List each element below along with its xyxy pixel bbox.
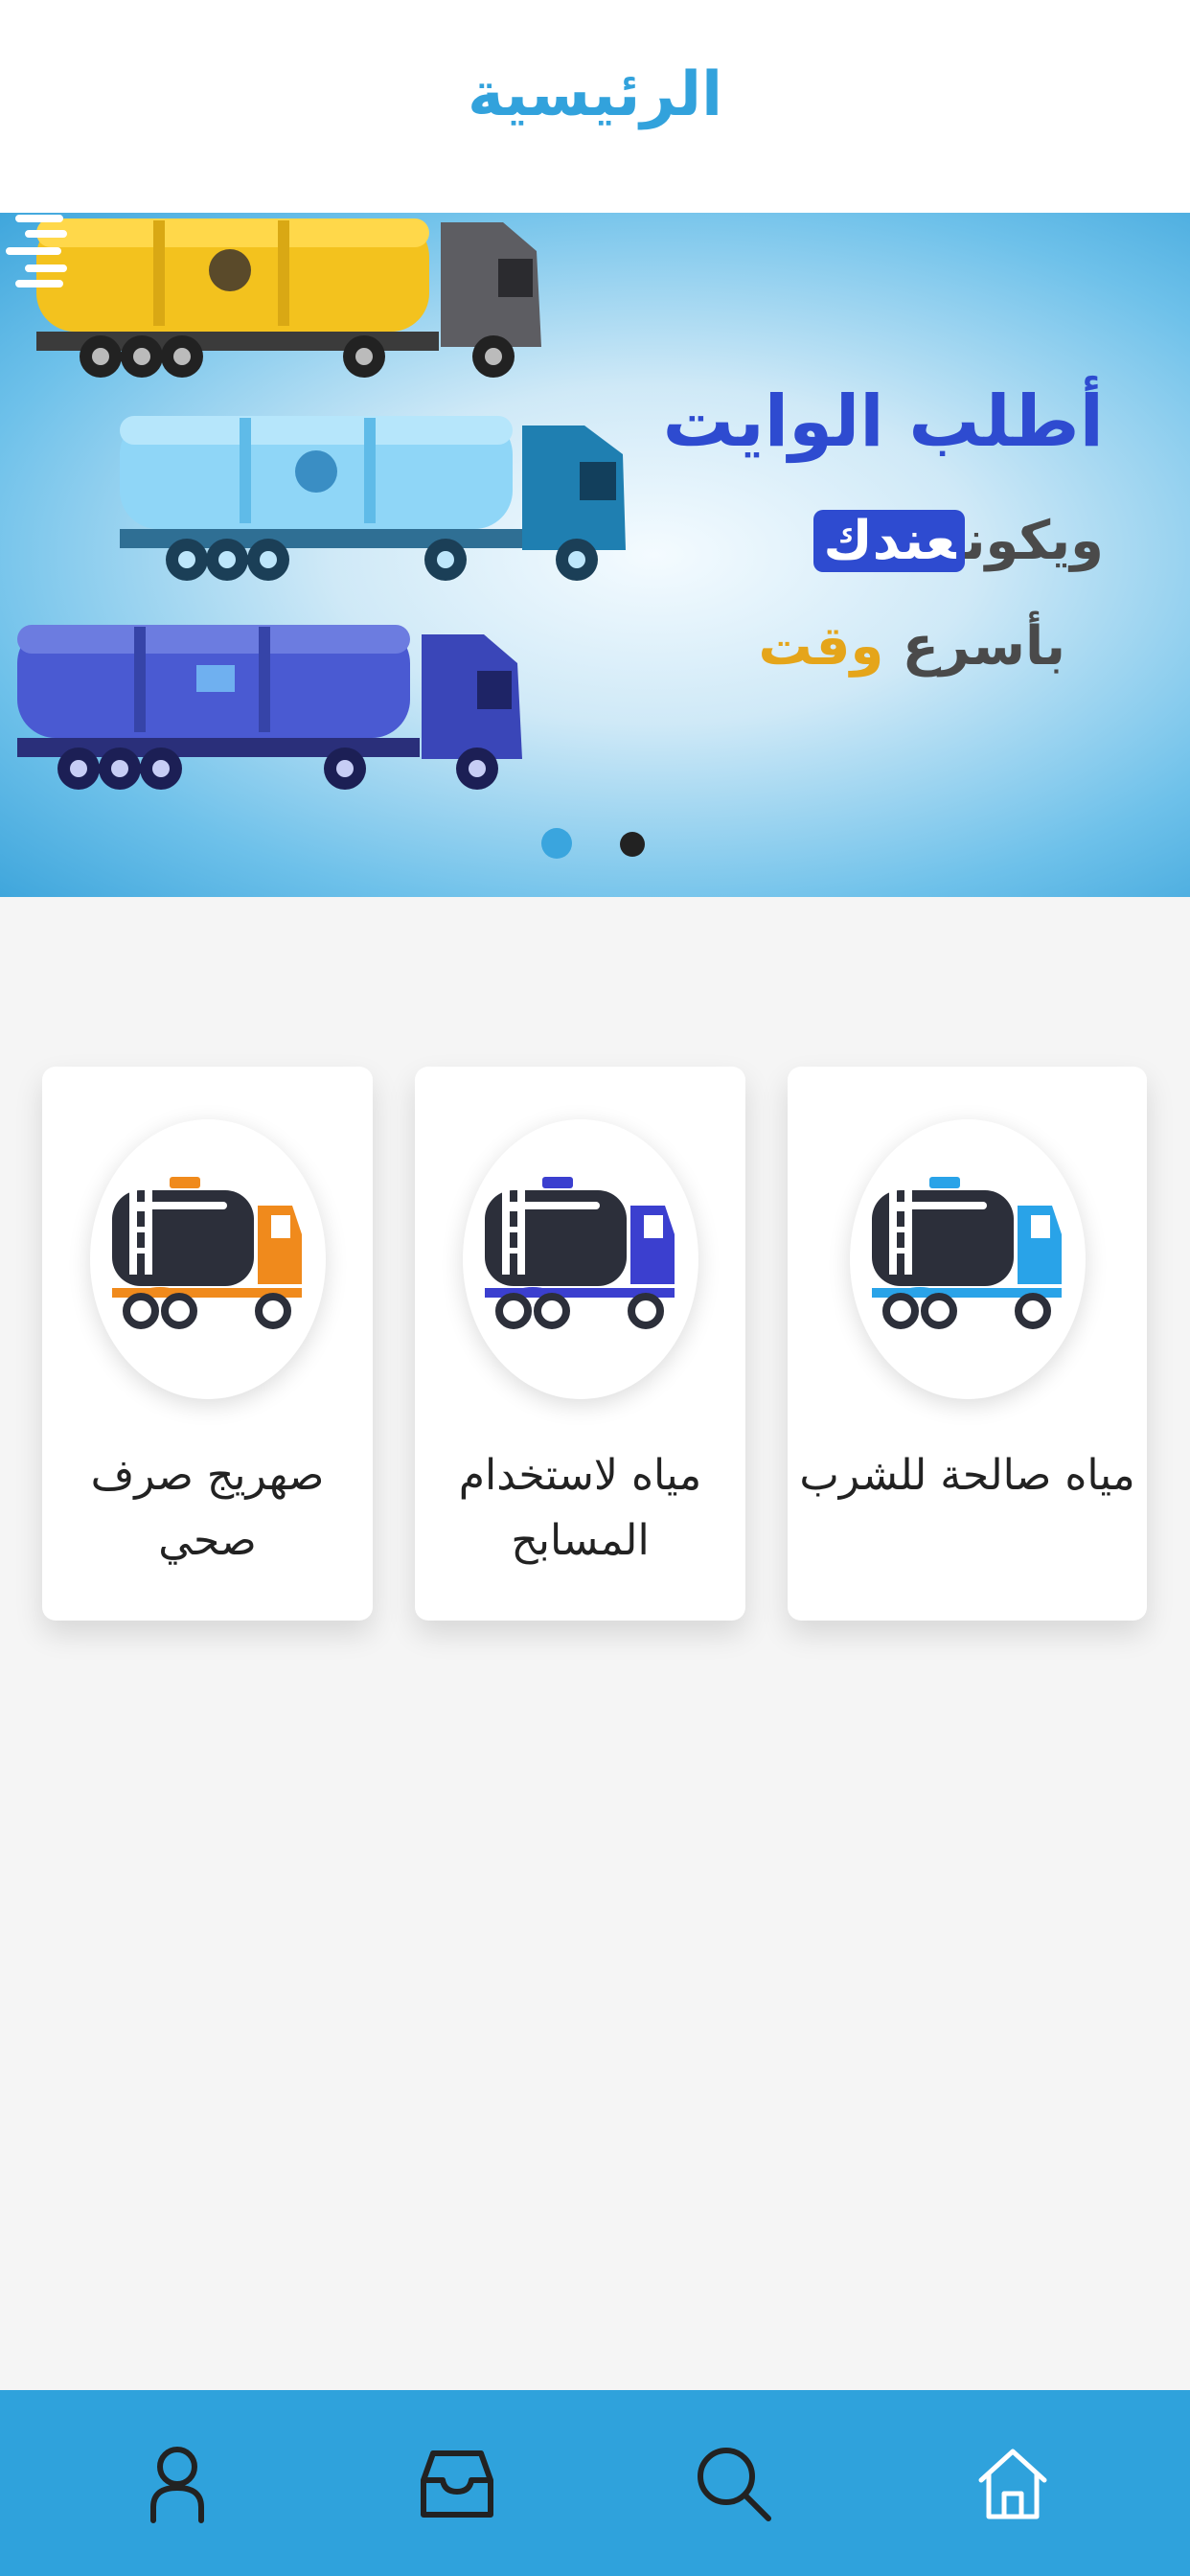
search-icon [698, 2448, 771, 2521]
tanker-truck-icon [871, 1177, 1062, 1329]
nav-profile[interactable] [134, 2440, 220, 2526]
service-card-sewage-tanker[interactable]: صهريج صرف صحي [42, 1067, 373, 1621]
tanker-truck-icon [484, 1177, 675, 1329]
nav-orders[interactable] [414, 2440, 500, 2526]
service-label: صهريج صرف صحي [90, 1451, 325, 1565]
bottom-navigation-bar [0, 2390, 1190, 2576]
app-header: الرئيسية [0, 0, 1190, 213]
banner-tagline: بأسرع وقت [758, 615, 1065, 678]
service-label: مياه لاستخدام المسابح [458, 1451, 702, 1565]
user-icon [150, 2447, 204, 2523]
banner-highlight: عندك [813, 510, 966, 572]
carousel-dot[interactable] [620, 832, 645, 857]
tanker-truck-icon [111, 1177, 302, 1329]
tanker-truck-icon-circle [89, 1119, 326, 1399]
inbox-icon [421, 2450, 493, 2518]
service-card-drinking-water[interactable]: مياه صالحة للشرب [788, 1067, 1147, 1621]
carousel-dot-active[interactable] [541, 828, 572, 859]
page-title: الرئيسية [468, 59, 722, 130]
home-icon [978, 2449, 1047, 2519]
service-card-pool-water[interactable]: مياه لاستخدام المسابح [415, 1067, 745, 1621]
banner-headline: أطلب الوايت [662, 380, 1104, 463]
nav-home[interactable] [970, 2440, 1056, 2526]
promo-banner-carousel[interactable]: أطلب الوايت ويكونعندك بأسرع وقت [0, 213, 1190, 897]
services-section: مياه صالحة للشرب مياه لاستخدام المسابح ص… [0, 897, 1190, 1702]
banner-subline: ويكونعندك [813, 510, 1104, 572]
speed-lines-icon [6, 215, 67, 288]
service-label: مياه صالحة للشرب [799, 1451, 1135, 1500]
nav-search[interactable] [690, 2440, 776, 2526]
tanker-truck-icon-circle [849, 1119, 1086, 1399]
tanker-truck-icon-circle [462, 1119, 698, 1399]
